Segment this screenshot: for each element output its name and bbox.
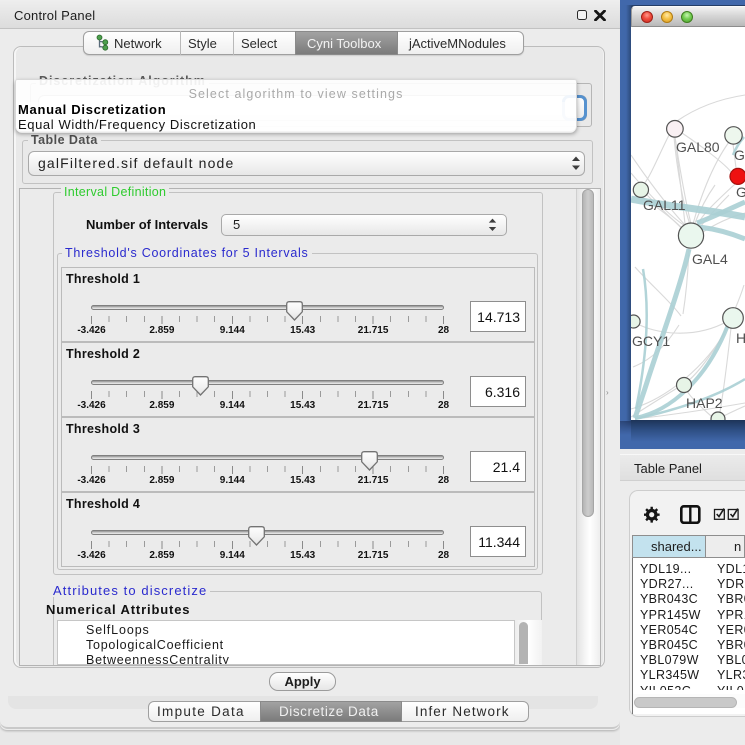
svg-text:G: G	[736, 184, 745, 200]
svg-text:H: H	[736, 330, 745, 346]
svg-text:HAP2: HAP2	[686, 395, 723, 411]
svg-text:GAL4: GAL4	[692, 251, 728, 267]
svg-text:GAL80: GAL80	[676, 139, 720, 155]
svg-text:G.: G.	[734, 147, 745, 163]
svg-text:GCY1: GCY1	[632, 333, 670, 349]
svg-text:GAL11: GAL11	[643, 197, 686, 213]
